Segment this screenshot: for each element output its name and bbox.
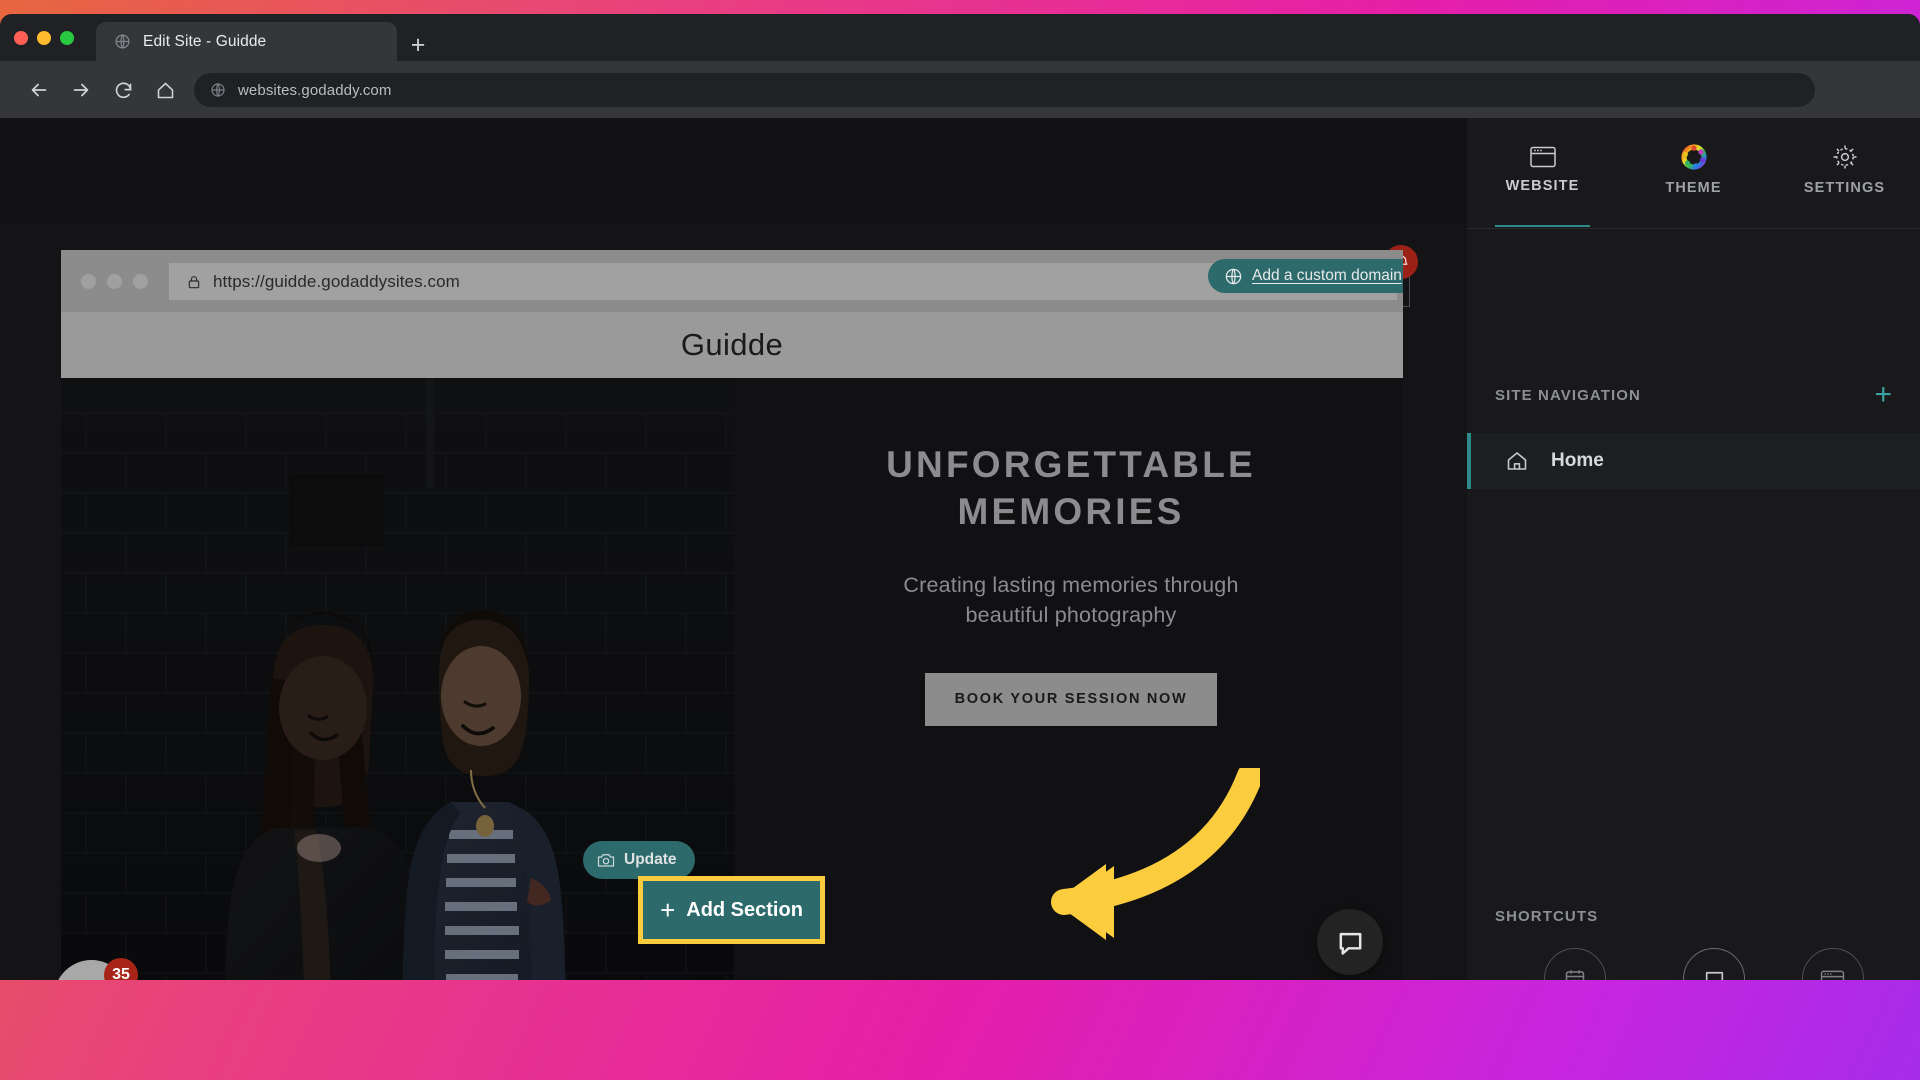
tab-settings[interactable]: SETTINGS: [1769, 118, 1920, 213]
book-session-button[interactable]: BOOK YOUR SESSION NOW: [925, 672, 1217, 726]
shortcuts-label: SHORTCUTS: [1495, 908, 1599, 925]
chat-bubble-icon[interactable]: [1317, 909, 1383, 975]
update-label: Update: [624, 851, 677, 868]
globe-icon: [210, 82, 227, 99]
hero-photo: [61, 378, 734, 980]
address-bar-url: websites.godaddy.com: [238, 81, 392, 99]
add-custom-domain-label: Add a custom domain: [1252, 267, 1402, 284]
home-icon[interactable]: [150, 75, 180, 105]
tab-website-label: WEBSITE: [1505, 177, 1580, 194]
sidebar-item-home-label: Home: [1551, 450, 1604, 471]
tab-theme[interactable]: THEME: [1618, 118, 1769, 213]
preview-traffic-lights: [81, 274, 148, 289]
add-page-button[interactable]: +: [1874, 380, 1892, 410]
calendar-icon: +: [1544, 948, 1607, 980]
builder-topbar: [0, 118, 1467, 223]
right-sidebar: WEBSITE THEME SETTINGS SITE NAVIGATION +…: [1467, 118, 1920, 980]
reload-icon[interactable]: [108, 75, 138, 105]
preview-browser-bar: https://guidde.godaddysites.com Add a cu…: [61, 250, 1403, 312]
add-section-button[interactable]: + Add Section: [643, 881, 820, 939]
site-logo: Guidde: [680, 327, 784, 362]
address-bar[interactable]: websites.godaddy.com: [194, 73, 1815, 107]
plus-icon: +: [660, 895, 676, 925]
globe-icon: [114, 33, 131, 50]
popup-window-icon: +: [1801, 948, 1864, 980]
update-image-button[interactable]: Update: [583, 841, 695, 879]
hero-subheading: Creating lasting memories through beauti…: [903, 572, 1239, 628]
sidebar-tabs: WEBSITE THEME SETTINGS: [1467, 118, 1920, 227]
minimize-window-button[interactable]: [37, 31, 51, 45]
browser-tab[interactable]: Edit Site - Guidde: [96, 22, 397, 61]
arrow-right-icon[interactable]: [66, 75, 96, 105]
shortcut-popup[interactable]: + Popup: [1801, 948, 1864, 980]
sidebar-divider: [1467, 228, 1920, 229]
gear-icon: [1832, 144, 1858, 170]
add-custom-domain-button[interactable]: Add a custom domain: [1208, 259, 1403, 293]
shortcuts-row: + Appointments Chat: [1467, 948, 1920, 980]
browser-toolbar: websites.godaddy.com: [0, 61, 1920, 153]
color-wheel-icon: [1680, 143, 1707, 170]
browser-tab-title: Edit Site - Guidde: [143, 32, 267, 50]
close-window-button[interactable]: [14, 31, 28, 45]
hero-heading: UNFORGETTABLE MEMORIES: [886, 444, 1256, 533]
site-navigation-header: SITE NAVIGATION +: [1495, 380, 1892, 410]
tab-website[interactable]: WEBSITE: [1467, 118, 1618, 227]
new-tab-button[interactable]: +: [405, 32, 431, 58]
tab-settings-label: SETTINGS: [1803, 179, 1886, 196]
arrow-left-icon[interactable]: [24, 75, 54, 105]
page-content: Website Builder Preview Publish Hire an …: [0, 118, 1920, 980]
site-header: Guidde: [61, 312, 1403, 378]
browser-tab-strip: Edit Site - Guidde +: [0, 14, 1920, 61]
maximize-window-button[interactable]: [60, 31, 74, 45]
browser-window: Edit Site - Guidde + websites.godaddy.co…: [0, 14, 1920, 980]
home-icon: [1505, 449, 1529, 473]
site-navigation-label: SITE NAVIGATION: [1495, 386, 1641, 404]
tab-theme-label: THEME: [1665, 179, 1722, 196]
site-preview-canvas: https://guidde.godaddysites.com Add a cu…: [61, 250, 1403, 980]
shortcut-chat[interactable]: Chat: [1683, 948, 1746, 980]
preview-url-text: https://guidde.godaddysites.com: [213, 271, 460, 291]
shortcut-appointments[interactable]: + Appointments: [1523, 948, 1627, 980]
globe-icon: [1224, 267, 1243, 286]
lock-icon: [186, 274, 202, 290]
add-section-highlight: + Add Section: [638, 876, 825, 944]
hero-copy: UNFORGETTABLE MEMORIES Creating lasting …: [751, 378, 1391, 980]
camera-icon: [597, 852, 615, 868]
window-traffic-lights: [14, 31, 74, 45]
sidebar-item-home[interactable]: Home: [1467, 433, 1920, 489]
add-section-label: Add Section: [686, 898, 803, 921]
chat-bubble-icon: [1683, 948, 1746, 980]
window-icon: [1529, 146, 1556, 168]
